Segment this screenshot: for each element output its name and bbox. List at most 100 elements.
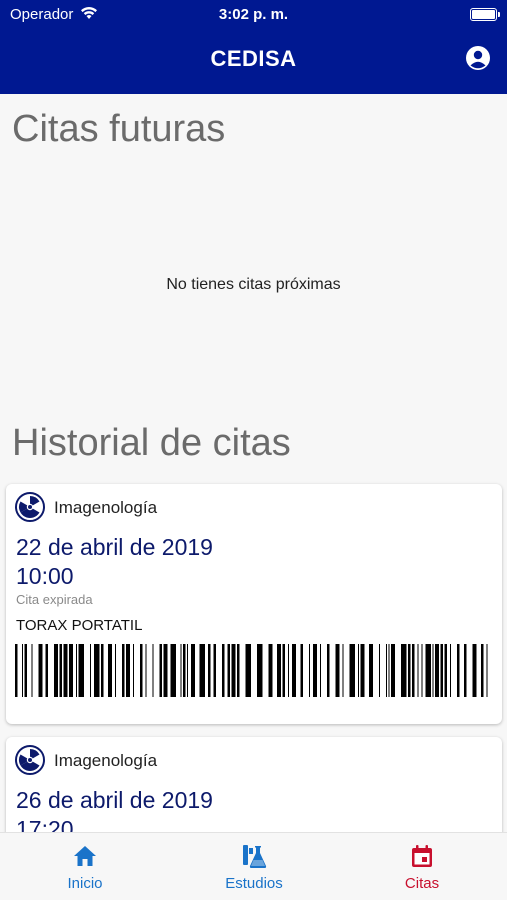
appointment-status: Cita expirada [16,592,93,607]
appointment-date: 26 de abril de 2019 [16,787,213,813]
barcode-bar [379,644,380,697]
tab-estudios[interactable]: Estudios [194,833,314,900]
barcode-bar [38,644,43,697]
tab-bar: Inicio Estudios Citas [0,832,507,900]
barcode-bar [288,644,289,697]
radiation-icon [15,745,45,775]
barcode-bar [59,644,62,697]
barcode-bar [191,644,195,697]
exam-name: TORAX PORTATIL [16,617,143,634]
barcode-bar [199,644,205,697]
radiation-icon [15,492,45,522]
barcode-bar [401,644,407,697]
barcode-bar [486,644,488,697]
barcode-bar [54,644,58,697]
barcode-bar [245,644,251,697]
appointment-time: 17:20 [16,816,74,832]
empty-appointments-message: No tienes citas próximas [166,276,341,293]
barcode-bar [76,644,77,697]
barcode-bar [257,644,263,697]
barcode-bar [417,644,419,697]
department-label: Imagenología [54,498,158,517]
tab-label: Citas [404,875,440,892]
tab-label: Inicio [67,875,103,892]
barcode-bar [208,644,211,697]
barcode-bar [320,644,321,697]
barcode-bar [342,644,344,697]
account-circle-icon[interactable] [465,45,491,71]
barcode-bar [412,644,415,697]
app-title: CEDISA [210,46,297,71]
future-appointments-title: Citas futuras [12,108,226,150]
barcode-bar [472,644,477,697]
barcode-bar [163,644,168,697]
barcode-bar [300,644,303,697]
barcode-bar [268,644,273,697]
barcode [15,644,488,697]
barcode-bar [435,644,439,697]
barcode-bar [369,644,373,697]
department-label: Imagenología [54,751,158,770]
barcode-bar [115,644,116,697]
tab-label: Estudios [225,875,283,892]
appointment-card[interactable]: Imagenología 22 de abril de 2019 10:00 C… [6,484,502,724]
barcode-bar [126,644,130,697]
appointment-card[interactable]: Imagenología 26 de abril de 2019 17:20 [6,737,502,832]
barcode-bar [432,644,434,697]
barcode-bar [213,644,216,697]
barcode-bar [170,644,176,697]
barcode-bar [187,644,188,697]
barcode-bar [140,644,143,697]
tab-inicio[interactable]: Inicio [25,833,145,900]
battery-icon [470,8,500,21]
barcode-bar [335,644,340,697]
appointment-time: 10:00 [16,563,74,589]
barcode-bar [63,644,68,697]
barcode-bar [231,644,236,697]
barcode-bar [277,644,281,697]
barcode-bar [145,644,147,697]
barcode-bar [31,644,33,697]
barcode-bar [408,644,411,697]
barcode-bar [94,644,100,697]
barcode-bar [421,644,423,697]
barcode-bar [78,644,84,697]
barcode-bar [386,644,387,697]
barcode-bar [358,644,359,697]
barcode-bar [309,644,310,697]
barcode-bar [45,644,48,697]
barcode-bar [90,644,91,697]
barcode-bar [22,644,23,697]
appointments-content[interactable]: Citas futuras No tienes citas próximas H… [0,94,507,832]
appointment-date: 22 de abril de 2019 [16,534,213,560]
barcode-bar [457,644,460,697]
barcode-bar [327,644,330,697]
barcode-bar [101,644,104,697]
barcode-bar [108,644,112,697]
barcode-bar [349,644,355,697]
appointment-history-title: Historial de citas [12,422,291,464]
barcode-bar [388,644,390,697]
barcode-bar [69,644,73,697]
barcode-bar [180,644,182,697]
barcode-bar [24,644,27,697]
barcode-bar [183,644,186,697]
barcode-bar [391,644,395,697]
calendar-icon [412,845,432,867]
barcode-bar [237,644,240,697]
barcode-bar [15,644,18,697]
barcode-bar [282,644,285,697]
flask-icon [243,845,267,868]
barcode-bar [444,644,447,697]
barcode-bar [227,644,230,697]
tab-citas[interactable]: Citas [362,833,482,900]
barcode-bar [425,644,431,697]
barcode-bar [122,644,125,697]
home-icon [74,846,96,866]
barcode-bar [481,644,484,697]
status-bar: Operador 3:02 p. m. [0,4,507,26]
barcode-bar [313,644,317,697]
barcode-bar [450,644,451,697]
barcode-bar [159,644,162,697]
barcode-bar [464,644,467,697]
